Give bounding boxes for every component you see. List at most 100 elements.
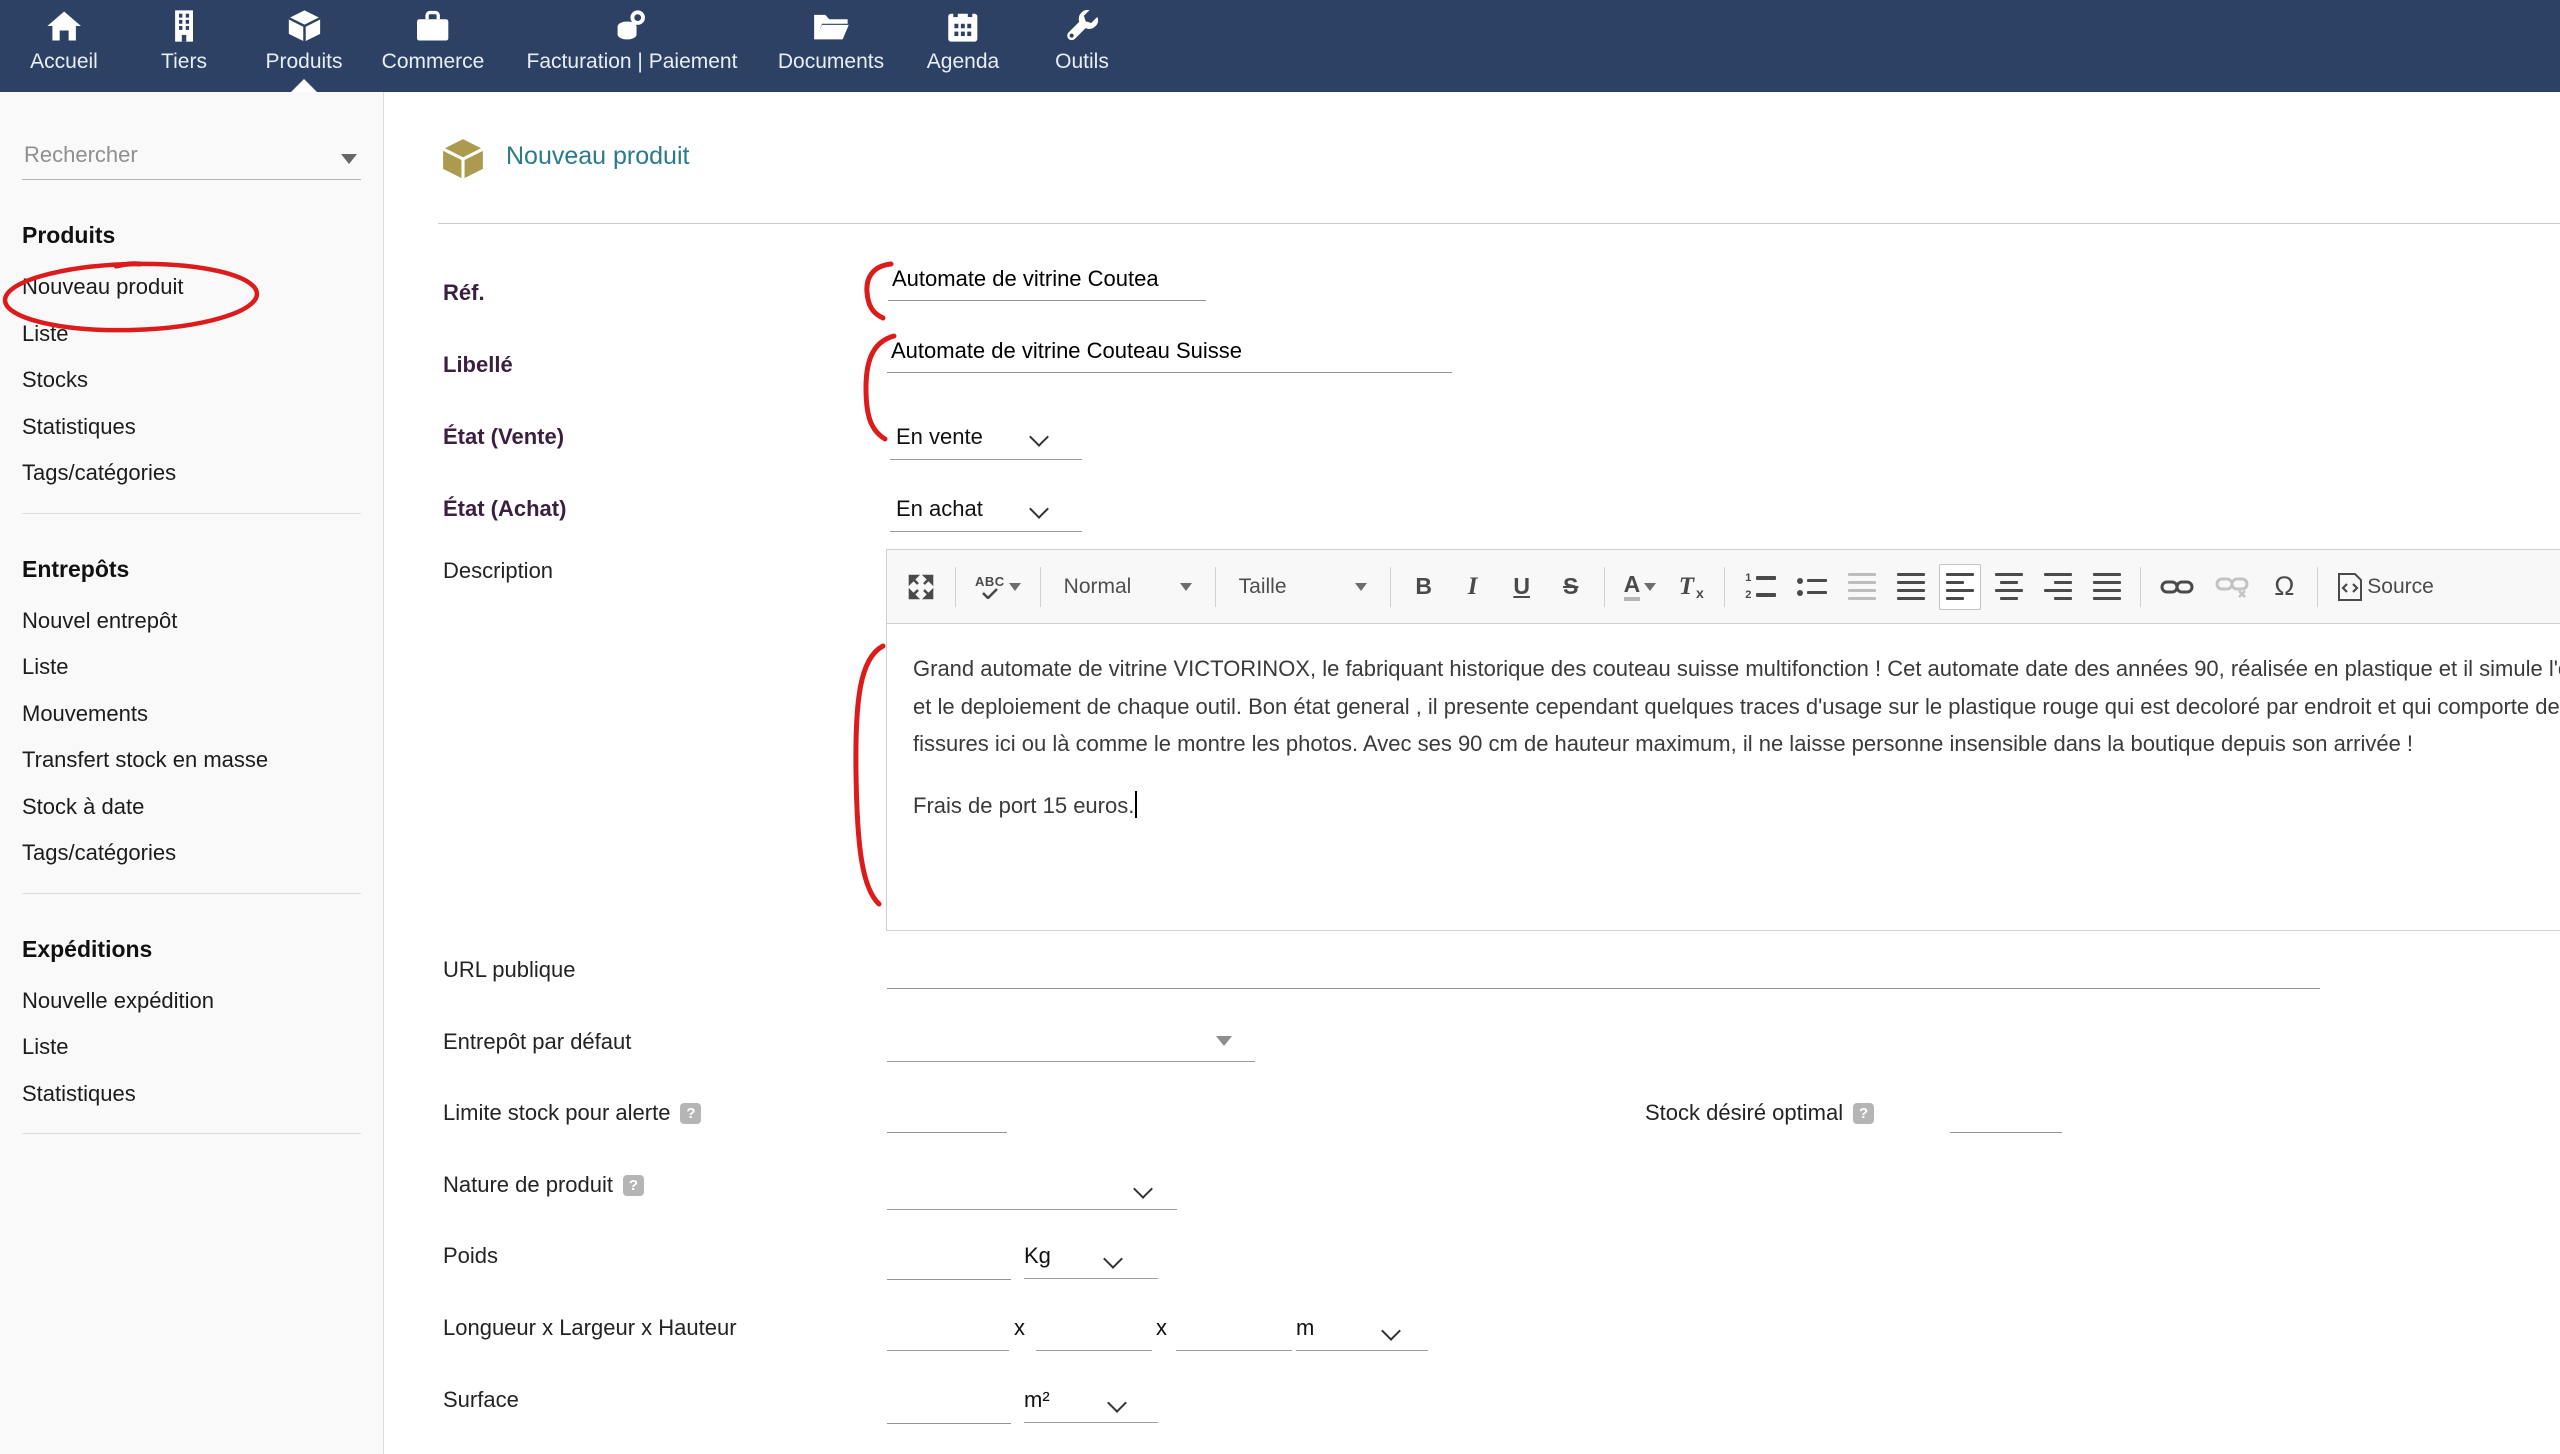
select-caret-icon[interactable] <box>1216 1036 1232 1046</box>
remove-format-icon[interactable]: T x <box>1670 564 1712 610</box>
surface-label: Surface <box>443 1387 519 1413</box>
align-justify-icon[interactable] <box>2086 564 2128 610</box>
etat-achat-select[interactable]: En achat <box>896 496 983 522</box>
poids-input[interactable] <box>887 1245 1011 1280</box>
ref-input[interactable] <box>888 266 1206 301</box>
surface-unit-select[interactable]: m² <box>1024 1387 1050 1413</box>
building-icon <box>161 8 207 48</box>
help-tooltip-icon[interactable]: ? <box>1853 1103 1874 1124</box>
active-tab-pointer <box>291 79 317 92</box>
sidebar-item-liste-entrepots[interactable]: Liste <box>22 644 361 691</box>
dimensions-unit-select[interactable]: m <box>1296 1315 1314 1341</box>
outdent-icon <box>1841 564 1883 610</box>
etat-vente-label: État (Vente) <box>443 424 564 450</box>
sidebar-item-tags-categories-entrepots[interactable]: Tags/catégories <box>22 830 361 877</box>
limite-stock-input[interactable] <box>887 1098 1007 1133</box>
menu-commerce[interactable]: Commerce <box>382 8 485 74</box>
cube-icon <box>265 8 342 48</box>
poids-unit-select[interactable]: Kg <box>1024 1243 1051 1269</box>
search-dropdown-caret-icon[interactable] <box>341 154 357 164</box>
home-icon <box>30 8 98 48</box>
strikethrough-icon[interactable]: S <box>1550 564 1592 610</box>
sidebar-item-stocks[interactable]: Stocks <box>22 357 361 404</box>
surface-unit-underline <box>1024 1422 1158 1423</box>
sidebar-item-statistiques-produits[interactable]: Statistiques <box>22 404 361 451</box>
sidebar-item-liste-expeditions[interactable]: Liste <box>22 1024 361 1071</box>
title-divider <box>438 223 2560 224</box>
text-color-icon[interactable]: A <box>1617 564 1664 610</box>
italic-icon[interactable]: I <box>1452 564 1494 610</box>
sidebar-item-liste-produits[interactable]: Liste <box>22 311 361 358</box>
left-sidebar: Produits Nouveau produit Liste Stocks St… <box>0 92 384 1454</box>
sidebar-item-nouvel-entrepot[interactable]: Nouvel entrepôt <box>22 598 361 645</box>
bold-icon[interactable]: B <box>1403 564 1445 610</box>
description-textarea[interactable]: Grand automate de vitrine VICTORINOX, le… <box>887 624 2560 824</box>
sidebar-item-statistiques-expeditions[interactable]: Statistiques <box>22 1071 361 1118</box>
bullet-list-icon[interactable] <box>1790 564 1834 610</box>
description-paragraph: Grand automate de vitrine VICTORINOX, le… <box>913 650 2560 763</box>
nature-select[interactable] <box>887 1209 1177 1210</box>
longueur-input[interactable] <box>887 1350 1009 1351</box>
chevron-down-icon[interactable] <box>1029 499 1049 519</box>
dimensions-label: Longueur x Largeur x Hauteur <box>443 1315 737 1341</box>
libelle-label: Libellé <box>443 352 513 378</box>
align-left-icon[interactable] <box>1939 564 1981 610</box>
caret-down-icon <box>1180 583 1192 591</box>
entrepot-select[interactable] <box>887 1061 1255 1062</box>
url-publique-input[interactable] <box>887 954 2320 989</box>
special-char-icon[interactable]: Ω <box>2263 564 2305 610</box>
align-right-icon[interactable] <box>2037 564 2079 610</box>
chevron-down-icon[interactable] <box>1103 1249 1123 1269</box>
link-icon[interactable] <box>2153 564 2201 610</box>
sidebar-item-tags-categories-produits[interactable]: Tags/catégories <box>22 450 361 497</box>
menu-agenda[interactable]: Agenda <box>927 8 999 74</box>
briefcase-icon <box>382 8 485 48</box>
underline-icon[interactable]: U <box>1501 564 1543 610</box>
libelle-input[interactable] <box>887 338 1452 373</box>
indent-icon[interactable] <box>1890 564 1932 610</box>
align-center-icon[interactable] <box>1988 564 2030 610</box>
text-cursor <box>1135 791 1137 818</box>
chevron-down-icon[interactable] <box>1381 1321 1401 1341</box>
entrepot-label: Entrepôt par défaut <box>443 1029 631 1055</box>
menu-documents[interactable]: Documents <box>778 8 884 74</box>
chevron-down-icon[interactable] <box>1029 427 1049 447</box>
surface-input[interactable] <box>887 1389 1011 1424</box>
paragraph-format-dropdown[interactable]: Normal <box>1053 564 1203 610</box>
stock-desire-input[interactable] <box>1950 1098 2062 1133</box>
top-menubar: Accueil Tiers Produits Commerce <box>0 0 2560 92</box>
calendar-icon <box>927 8 999 48</box>
ordered-list-icon[interactable]: 1 2 <box>1737 564 1783 610</box>
sidebar-heading-expeditions: Expéditions <box>22 934 361 964</box>
sidebar-item-stock-a-date[interactable]: Stock à date <box>22 784 361 831</box>
menu-tiers[interactable]: Tiers <box>161 8 207 74</box>
sidebar-item-nouvelle-expedition[interactable]: Nouvelle expédition <box>22 978 361 1025</box>
sidebar-item-nouveau-produit[interactable]: Nouveau produit <box>22 264 361 311</box>
menu-outils[interactable]: Outils <box>1055 8 1109 74</box>
chevron-down-icon[interactable] <box>1133 1179 1153 1199</box>
etat-achat-underline <box>890 531 1082 532</box>
dimensions-separator: x <box>1014 1315 1025 1341</box>
description-paragraph: Frais de port 15 euros. <box>913 787 2560 825</box>
source-button[interactable]: Source <box>2330 564 2441 610</box>
sidebar-item-mouvements[interactable]: Mouvements <box>22 691 361 738</box>
hauteur-input[interactable] <box>1176 1350 1292 1351</box>
folder-icon <box>778 8 884 48</box>
spellcheck-icon[interactable]: ABC <box>968 564 1028 610</box>
caret-down-icon <box>1644 583 1656 591</box>
menu-facturation[interactable]: Facturation | Paiement <box>527 8 738 74</box>
search-input[interactable] <box>22 138 361 172</box>
sidebar-heading-produits: Produits <box>22 220 361 250</box>
chevron-down-icon[interactable] <box>1107 1393 1127 1413</box>
help-tooltip-icon[interactable]: ? <box>623 1175 644 1196</box>
menu-produits[interactable]: Produits <box>265 8 342 74</box>
sidebar-item-transfert-stock[interactable]: Transfert stock en masse <box>22 737 361 784</box>
menu-accueil[interactable]: Accueil <box>30 8 98 74</box>
largeur-input[interactable] <box>1036 1350 1152 1351</box>
etat-vente-select[interactable]: En vente <box>896 424 983 450</box>
sidebar-divider <box>22 893 361 894</box>
font-size-dropdown[interactable]: Taille <box>1228 564 1378 610</box>
dolibarr-new-product-page: { "app": { "version": "13.0.0" }, "navba… <box>0 0 2560 1454</box>
maximize-icon[interactable] <box>899 564 943 610</box>
help-tooltip-icon[interactable]: ? <box>680 1103 701 1124</box>
